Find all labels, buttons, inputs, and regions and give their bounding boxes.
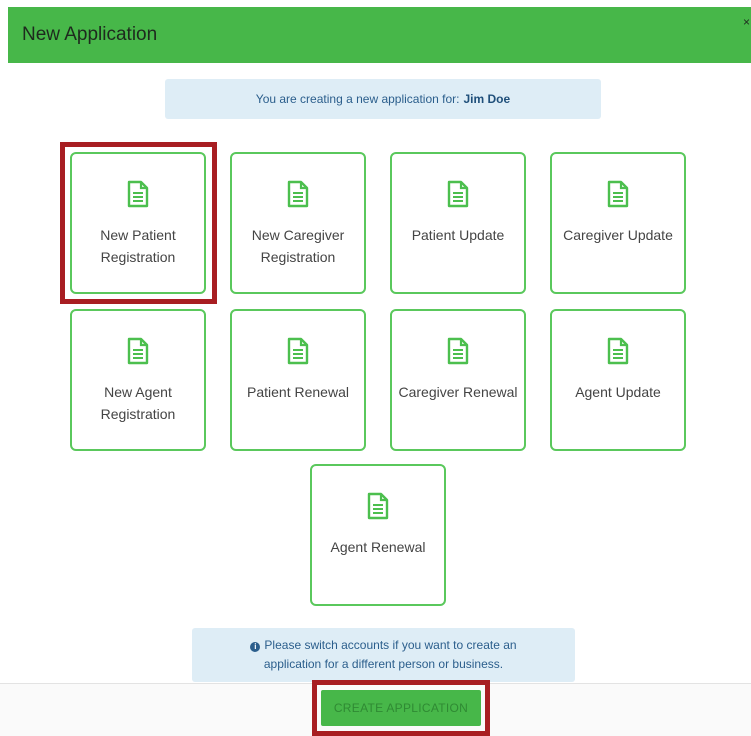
document-icon bbox=[607, 337, 629, 365]
document-icon bbox=[447, 180, 469, 208]
notice-text-2: application for a different person or bu… bbox=[263, 657, 504, 671]
tile-label: New Agent Registration bbox=[100, 384, 176, 422]
create-application-button[interactable]: CREATE APPLICATION bbox=[321, 690, 481, 726]
document-icon bbox=[607, 180, 629, 208]
tile-new-patient-registration[interactable]: New Patient Registration bbox=[70, 152, 206, 294]
tile-label: Agent Renewal bbox=[330, 539, 426, 555]
notice-line-1: i Please switch accounts if you want to c… bbox=[192, 636, 575, 655]
document-icon bbox=[127, 180, 149, 208]
document-icon bbox=[367, 492, 389, 520]
document-icon bbox=[447, 337, 469, 365]
dialog-header: New Application × bbox=[8, 7, 751, 63]
close-icon[interactable]: × bbox=[743, 15, 751, 29]
tile-agent-update[interactable]: Agent Update bbox=[550, 309, 686, 451]
applicant-info-banner: You are creating a new application for: … bbox=[165, 79, 601, 119]
document-icon bbox=[287, 180, 309, 208]
tile-patient-update[interactable]: Patient Update bbox=[390, 152, 526, 294]
tile-label: Patient Update bbox=[411, 227, 505, 243]
dialog-title: New Application bbox=[22, 24, 158, 45]
applicant-name: Jim Doe bbox=[463, 92, 511, 106]
notice-text-1: Please switch accounts if you want to cr… bbox=[264, 638, 517, 652]
tile-agent-renewal[interactable]: Agent Renewal bbox=[310, 464, 446, 606]
tile-label: Patient Renewal bbox=[247, 384, 349, 400]
tile-label: Caregiver Renewal bbox=[398, 384, 518, 400]
tile-caregiver-update[interactable]: Caregiver Update bbox=[550, 152, 686, 294]
switch-accounts-notice: i Please switch accounts if you want to c… bbox=[192, 628, 575, 682]
tile-label: New Caregiver Registration bbox=[251, 227, 345, 265]
document-icon bbox=[287, 337, 309, 365]
tile-new-agent-registration[interactable]: New Agent Registration bbox=[70, 309, 206, 451]
document-icon bbox=[127, 337, 149, 365]
info-circle-icon: i bbox=[250, 642, 261, 652]
tile-caregiver-renewal[interactable]: Caregiver Renewal bbox=[390, 309, 526, 451]
applicant-info-text: You are creating a new application for: bbox=[255, 92, 460, 106]
tile-label: Agent Update bbox=[575, 384, 661, 400]
tile-label: Caregiver Update bbox=[563, 227, 673, 243]
tile-patient-renewal[interactable]: Patient Renewal bbox=[230, 309, 366, 451]
tile-label: New Patient Registration bbox=[100, 227, 176, 265]
tile-new-caregiver-registration[interactable]: New Caregiver Registration bbox=[230, 152, 366, 294]
